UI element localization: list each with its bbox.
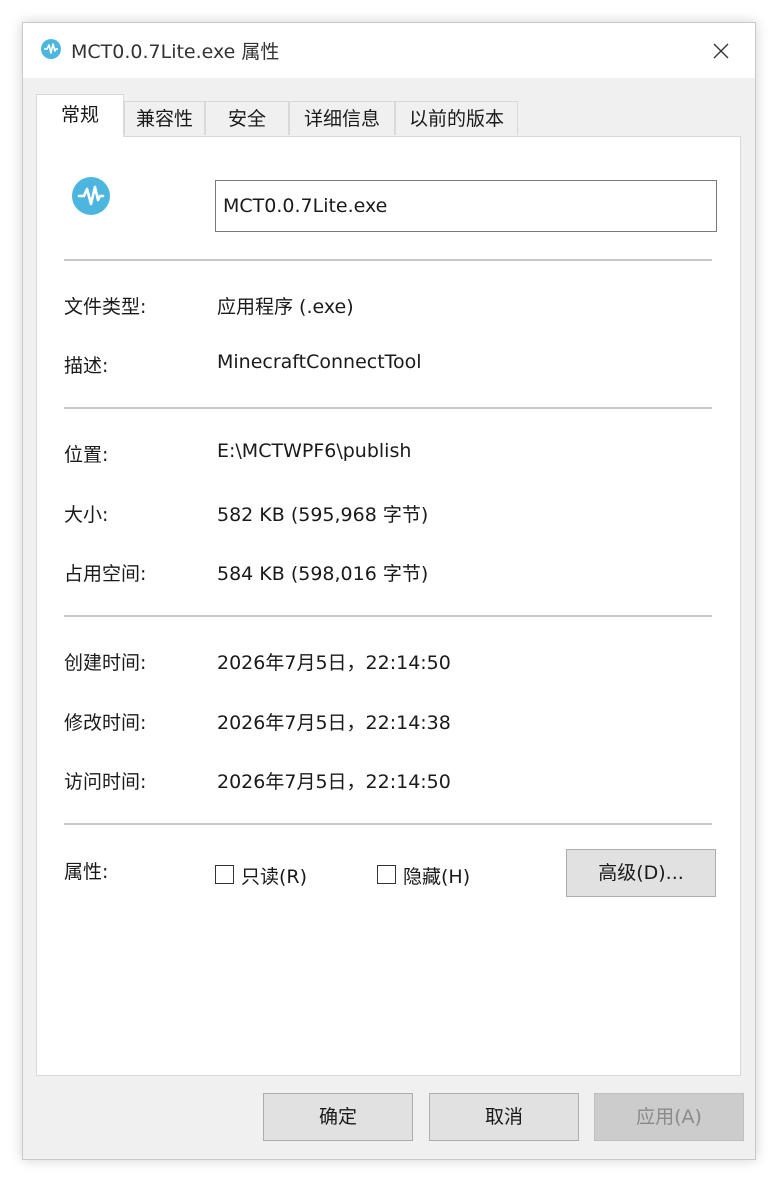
accessed-value: 2026年7月5日，22:14:50 [217,771,451,793]
app-waveform-icon [72,177,110,215]
file-type-value: 应用程序 (.exe) [217,296,354,318]
description-value: MinecraftConnectTool [217,351,422,373]
size-on-disk-label: 占用空间: [64,563,147,585]
apply-button[interactable]: 应用(A) [594,1093,744,1141]
tab-compatibility[interactable]: 兼容性 [124,101,205,135]
location-value: E:\MCTWPF6\publish [217,440,412,462]
created-value: 2026年7月5日，22:14:50 [217,652,451,674]
divider [64,823,712,825]
tab-details[interactable]: 详细信息 [289,101,395,135]
advanced-button[interactable]: 高级(D)... [566,849,716,897]
readonly-checkbox-box[interactable] [215,865,234,884]
readonly-checkbox[interactable]: 只读(R) [215,864,325,888]
description-label: 描述: [64,355,109,377]
properties-dialog: MCT0.0.7Lite.exe 属性 常规 兼容性 安全 详细信息 以前的版本… [22,22,756,1160]
close-button[interactable] [701,35,741,67]
location-label: 位置: [64,444,109,466]
hidden-checkbox-box[interactable] [377,865,396,884]
divider [64,615,712,617]
ok-button[interactable]: 确定 [263,1093,413,1141]
accessed-label: 访问时间: [64,771,147,793]
close-icon [713,43,729,59]
title-bar[interactable]: MCT0.0.7Lite.exe 属性 [23,23,755,78]
modified-label: 修改时间: [64,712,147,734]
tab-general[interactable]: 常规 [36,94,124,137]
cancel-button[interactable]: 取消 [429,1093,579,1141]
hidden-checkbox-label[interactable]: 隐藏(H) [403,862,470,889]
created-label: 创建时间: [64,652,147,674]
size-on-disk-value: 584 KB (598,016 字节) [217,563,429,585]
divider [64,407,712,409]
file-type-label: 文件类型: [64,296,147,318]
divider [64,259,712,261]
size-label: 大小: [64,504,109,526]
tab-previous-versions[interactable]: 以前的版本 [395,101,518,135]
tab-security[interactable]: 安全 [205,101,289,135]
attributes-label: 属性: [64,861,109,883]
file-name-field[interactable] [215,180,717,232]
hidden-checkbox[interactable]: 隐藏(H) [377,864,487,888]
readonly-checkbox-label[interactable]: 只读(R) [241,862,307,889]
size-value: 582 KB (595,968 字节) [217,504,429,526]
app-waveform-icon [41,39,61,59]
modified-value: 2026年7月5日，22:14:38 [217,712,451,734]
general-tab-panel: 文件类型: 应用程序 (.exe) 描述: MinecraftConnectTo… [36,136,741,1076]
window-title: MCT0.0.7Lite.exe 属性 [71,41,280,63]
